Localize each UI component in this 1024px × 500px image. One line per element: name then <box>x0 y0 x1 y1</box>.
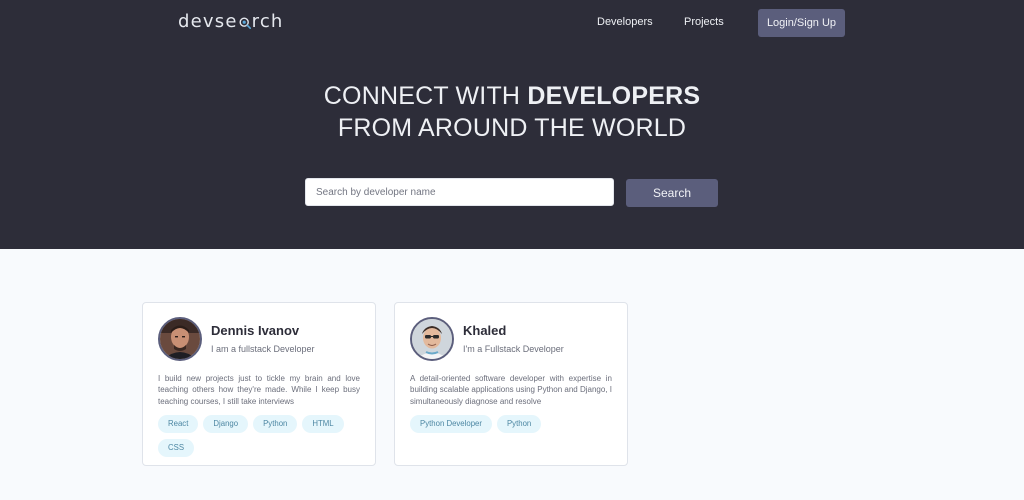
avatar <box>158 317 202 361</box>
hero-title-prefix: CONNECT WITH <box>323 82 521 110</box>
login-signup-button[interactable]: Login/Sign Up <box>758 9 845 37</box>
developer-card-header: Khaled I'm a Fullstack Developer <box>410 317 612 373</box>
developer-card[interactable]: Dennis Ivanov I am a fullstack Developer… <box>142 302 376 466</box>
hero-title-line2: FROM AROUND THE WORLD <box>337 114 687 142</box>
skill-tag: React <box>158 415 199 433</box>
nav-developers-link[interactable]: Developers <box>597 13 653 31</box>
skill-tag: HTML <box>302 415 344 433</box>
logo-text-suffix: rch <box>251 10 284 32</box>
developer-bio: I build new projects just to tickle my b… <box>158 374 360 406</box>
developer-name[interactable]: Dennis Ivanov <box>211 323 315 339</box>
developer-search-input[interactable] <box>305 178 614 206</box>
skill-tags: Python Developer Python <box>410 415 614 433</box>
magnifier-icon <box>239 17 251 29</box>
hero-title-line1: CONNECT WITH DEVELOPERS <box>324 82 700 110</box>
devsearch-logo[interactable]: devse rch <box>178 9 284 33</box>
hero-title: CONNECT WITH DEVELOPERS FROM AROUND THE … <box>0 80 1024 144</box>
skill-tag: Django <box>203 415 249 433</box>
skill-tag: CSS <box>158 439 195 457</box>
developer-short-intro: I am a fullstack Developer <box>211 344 315 354</box>
developer-name[interactable]: Khaled <box>463 323 564 339</box>
nav-projects-link[interactable]: Projects <box>684 13 724 31</box>
skill-tag: Python Developer <box>410 415 492 433</box>
developer-meta: Khaled I'm a Fullstack Developer <box>463 317 564 355</box>
skill-tag: Python <box>253 415 298 433</box>
developer-meta: Dennis Ivanov I am a fullstack Developer <box>211 317 315 355</box>
developer-card-header: Dennis Ivanov I am a fullstack Developer <box>158 317 360 373</box>
avatar <box>410 317 454 361</box>
skill-tag: Python <box>496 415 542 433</box>
logo-text-prefix: devse <box>178 10 238 32</box>
developer-card[interactable]: Khaled I'm a Fullstack Developer A detai… <box>394 302 628 466</box>
search-button[interactable]: Search <box>626 179 718 207</box>
skill-tags: React Django Python HTML CSS <box>158 415 362 457</box>
developer-short-intro: I'm a Fullstack Developer <box>463 344 564 354</box>
developer-bio: A detail-oriented software developer wit… <box>410 374 612 406</box>
hero-header: devse rch Developers Projects Login/Sign … <box>0 0 1024 249</box>
hero-title-bold: DEVELOPERS <box>527 82 701 110</box>
